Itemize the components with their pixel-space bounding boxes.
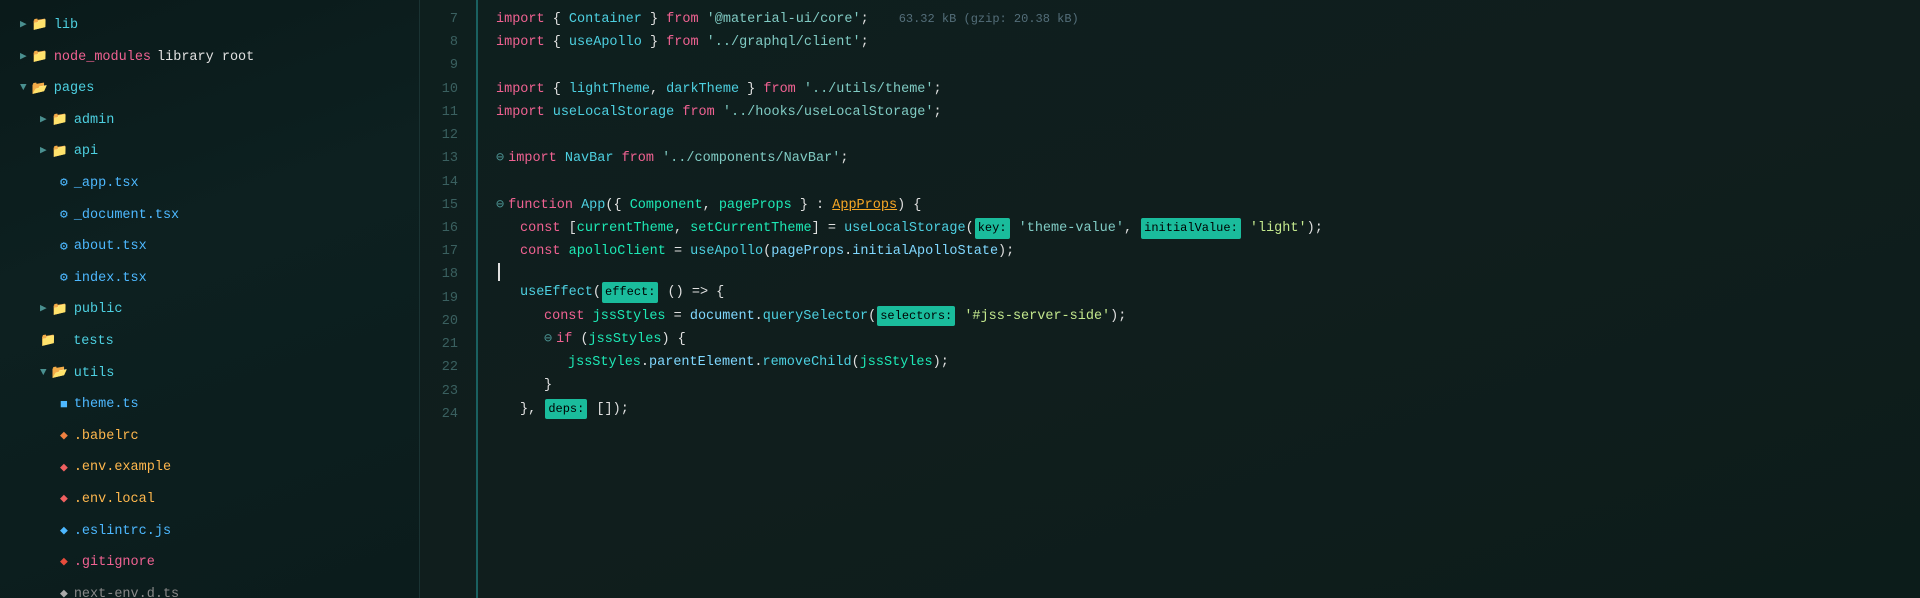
- tree-label: .gitignore: [74, 552, 155, 574]
- code-line-17: const apolloClient = useApollo ( pagePro…: [496, 240, 1920, 263]
- code-content: import { Container } from '@material-ui/…: [478, 0, 1920, 598]
- code-panel: 7 8 9 10 11 12 13 14 15 16 17 18 19 20 2…: [420, 0, 1920, 598]
- code-line-12: [496, 124, 1920, 147]
- file-tsx-icon: ⚙: [60, 237, 68, 258]
- tree-label: index.tsx: [74, 268, 147, 290]
- file-dts-icon: ◆: [60, 584, 68, 598]
- tree-item-env-local[interactable]: ◆ .env.local: [0, 484, 420, 516]
- tree-item-babelrc[interactable]: ◆ .babelrc: [0, 421, 420, 453]
- arrow-icon: ▶: [40, 301, 47, 319]
- folder-icon: 📁: [40, 331, 56, 352]
- tree-item-theme-ts[interactable]: ■ theme.ts: [0, 389, 420, 421]
- tree-label: api: [74, 141, 98, 163]
- folder-icon: 📁: [32, 15, 48, 36]
- tree-item-gitignore[interactable]: ◆ .gitignore: [0, 547, 420, 579]
- line-numbers: 7 8 9 10 11 12 13 14 15 16 17 18 19 20 2…: [420, 0, 478, 598]
- size-info: 63.32 kB (gzip: 20.38 kB): [899, 9, 1079, 30]
- tree-label: pages: [54, 78, 95, 100]
- tree-label: .env.local: [74, 489, 155, 511]
- tree-item-document-tsx[interactable]: ⚙ _document.tsx: [0, 200, 420, 232]
- badge-library-root: library root: [157, 47, 254, 69]
- arrow-icon: ▶: [40, 112, 47, 130]
- file-eslint-icon: ◆: [60, 521, 68, 542]
- tree-item-next-env-dts[interactable]: ◆ next-env.d.ts: [0, 579, 420, 598]
- arrow-icon: ▶: [20, 49, 27, 67]
- tree-label: .env.example: [74, 457, 171, 479]
- code-line-16: const [ currentTheme , setCurrentTheme ]…: [496, 217, 1920, 240]
- tree-label: _app.tsx: [74, 173, 139, 195]
- file-tsx-icon: ⚙: [60, 205, 68, 226]
- code-line-15: ⊖ function App ( { Component , pageProps…: [496, 194, 1920, 217]
- tree-item-lib[interactable]: ▶ 📁 lib: [0, 10, 420, 42]
- tree-item-admin[interactable]: ▶ 📁 admin: [0, 105, 420, 137]
- file-env-icon: ◆: [60, 458, 68, 479]
- code-line-19: useEffect ( effect: () => {: [496, 281, 1920, 304]
- arrow-icon: ▶: [40, 143, 47, 161]
- tree-label: lib: [54, 15, 78, 37]
- tree-item-tests[interactable]: 📁 tests: [0, 326, 420, 358]
- tree-item-utils[interactable]: ▼ 📂 utils: [0, 358, 420, 390]
- file-ts-icon: ■: [60, 395, 68, 416]
- tree-item-env-example[interactable]: ◆ .env.example: [0, 452, 420, 484]
- code-line-7: import { Container } from '@material-ui/…: [496, 8, 1920, 31]
- code-line-13: ⊖ import NavBar from '../components/NavB…: [496, 147, 1920, 170]
- code-line-10: import { lightTheme , darkTheme } from '…: [496, 78, 1920, 101]
- folder-icon: 📁: [52, 300, 68, 321]
- file-babelrc-icon: ◆: [60, 426, 68, 447]
- folder-open-icon: 📂: [32, 79, 48, 100]
- code-line-21: ⊖ if ( jssStyles ) {: [496, 328, 1920, 351]
- code-line-18: [496, 263, 1920, 281]
- arrow-icon: ▼: [20, 80, 27, 98]
- file-tree-panel: ▶ 📁 lib ▶ 📁 node_modules library root ▼ …: [0, 0, 420, 598]
- arrow-icon: ▶: [20, 17, 27, 35]
- code-line-11: import useLocalStorage from '../hooks/us…: [496, 101, 1920, 124]
- code-line-20: const jssStyles = document . querySelect…: [496, 305, 1920, 328]
- folder-open-icon: 📂: [52, 363, 68, 384]
- arrow-icon: ▼: [40, 365, 47, 383]
- code-line-14: [496, 171, 1920, 194]
- file-tsx-icon: ⚙: [60, 173, 68, 194]
- tree-item-index-tsx[interactable]: ⚙ index.tsx: [0, 263, 420, 295]
- tree-item-eslintrc[interactable]: ◆ .eslintrc.js: [0, 516, 420, 548]
- tree-item-about-tsx[interactable]: ⚙ about.tsx: [0, 231, 420, 263]
- text-cursor: [498, 263, 500, 281]
- folder-icon: 📁: [52, 110, 68, 131]
- tree-item-api[interactable]: ▶ 📁 api: [0, 136, 420, 168]
- tree-label: .babelrc: [74, 426, 139, 448]
- tree-label: public: [74, 299, 123, 321]
- tree-item-app-tsx[interactable]: ⚙ _app.tsx: [0, 168, 420, 200]
- folder-icon: 📁: [32, 47, 48, 68]
- tree-label: next-env.d.ts: [74, 584, 179, 598]
- code-line-22: jssStyles . parentElement . removeChild …: [496, 351, 1920, 374]
- tree-label: utils: [74, 363, 115, 385]
- tree-label: admin: [74, 110, 115, 132]
- tree-label: tests: [73, 331, 114, 353]
- code-line-8: import { useApollo } from '../graphql/cl…: [496, 31, 1920, 54]
- code-line-23: }: [496, 374, 1920, 397]
- tree-label: .eslintrc.js: [74, 521, 171, 543]
- tree-label: theme.ts: [74, 394, 139, 416]
- tree-item-public[interactable]: ▶ 📁 public: [0, 294, 420, 326]
- file-env-icon: ◆: [60, 489, 68, 510]
- code-line-9: [496, 54, 1920, 77]
- code-line-24: }, deps: []);: [496, 398, 1920, 421]
- tree-label: node_modules: [54, 47, 151, 69]
- keyword-import: import: [496, 8, 545, 31]
- folder-icon: 📁: [52, 142, 68, 163]
- tree-label: about.tsx: [74, 236, 147, 258]
- tree-item-pages[interactable]: ▼ 📂 pages: [0, 73, 420, 105]
- tree-item-node-modules[interactable]: ▶ 📁 node_modules library root: [0, 42, 420, 74]
- file-tsx-icon: ⚙: [60, 268, 68, 289]
- file-gitignore-icon: ◆: [60, 552, 68, 573]
- tree-label: _document.tsx: [74, 205, 179, 227]
